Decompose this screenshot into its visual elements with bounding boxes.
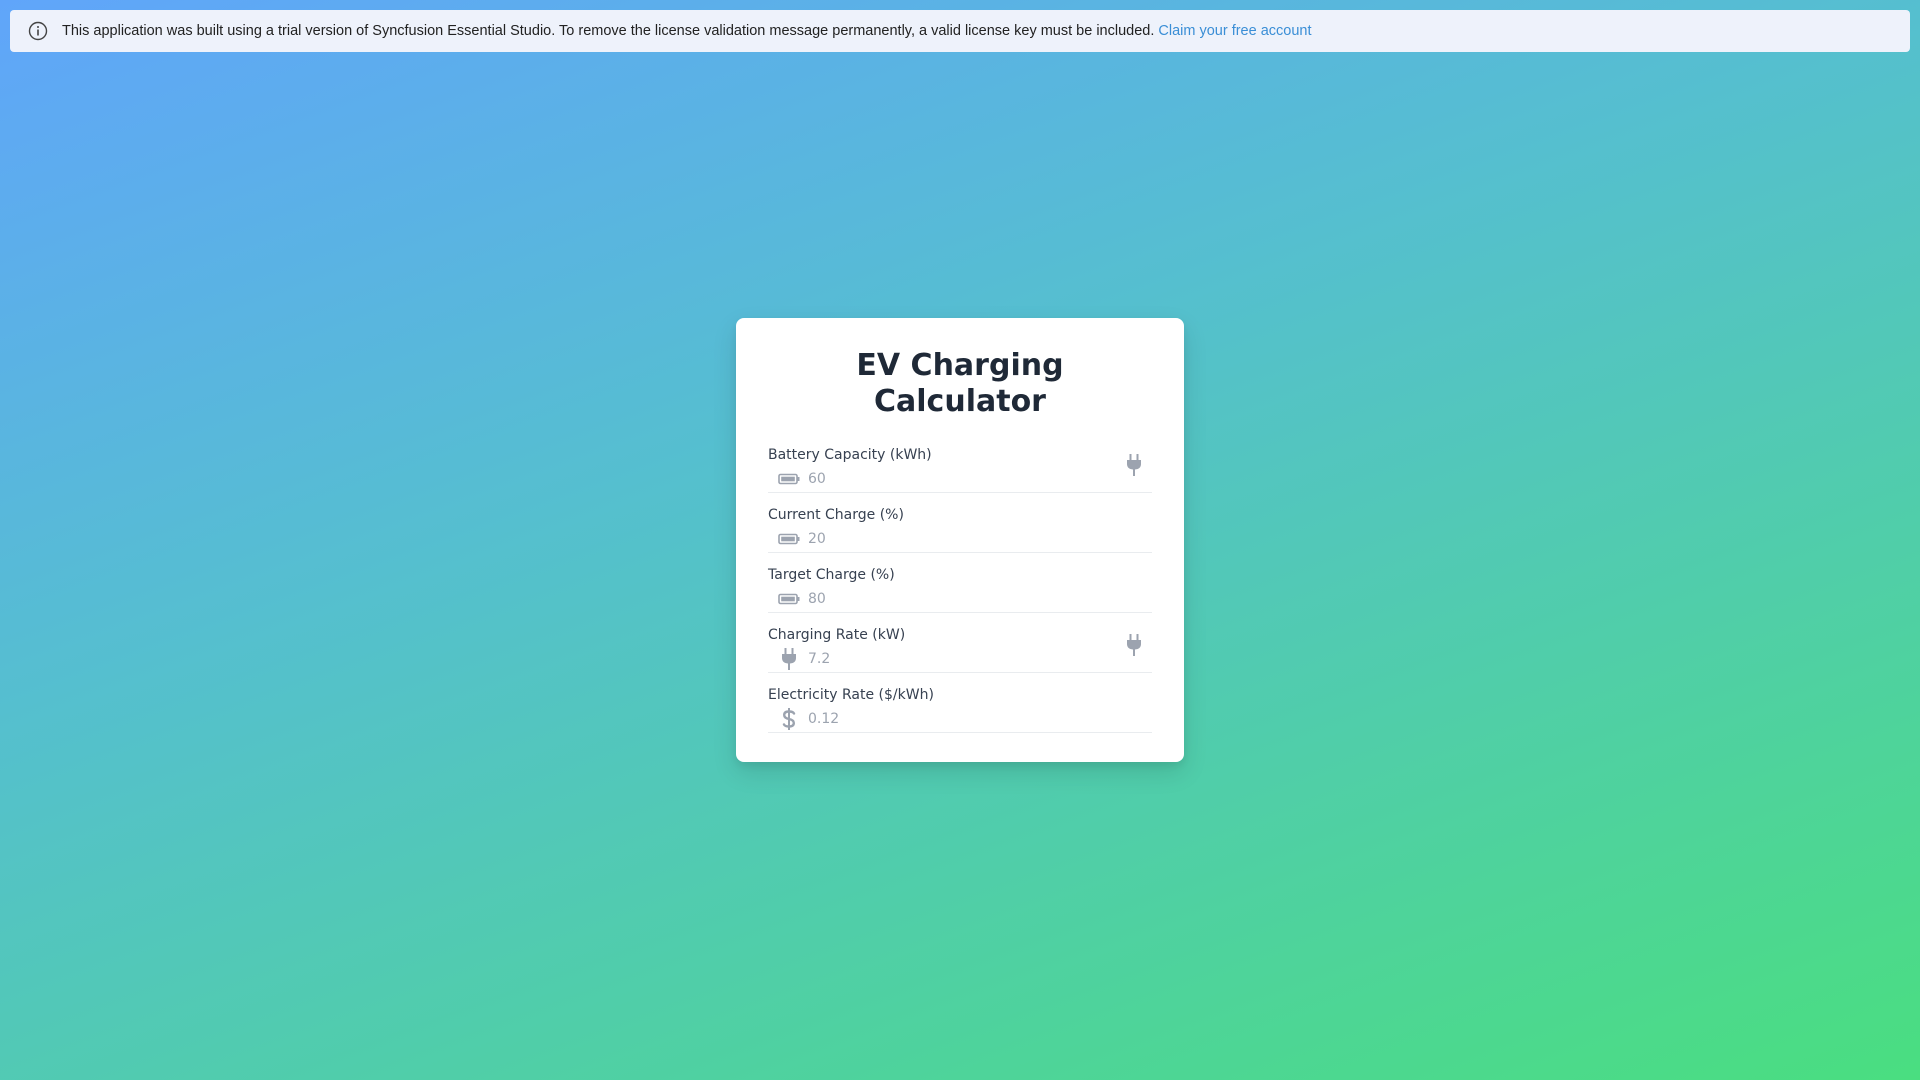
battery-icon (778, 468, 800, 490)
info-icon (28, 21, 48, 41)
field-input-row (768, 586, 1152, 613)
battery-icon (778, 588, 800, 610)
calculator-fields: Battery Capacity (kWh) 60 Current Charge… (768, 444, 1152, 744)
plug-icon (778, 648, 800, 670)
banner-message: This application was built using a trial… (62, 23, 1155, 39)
field-label: Electricity Rate ($/kWh) (768, 687, 934, 703)
claim-account-link[interactable]: Claim your free account (1158, 23, 1311, 39)
field-input-row (768, 454, 1152, 493)
electricity-rate-input[interactable] (808, 708, 1108, 730)
field-current-charge: Current Charge (%) (768, 504, 1152, 564)
target-charge-input[interactable] (808, 588, 1108, 610)
field-target-charge: Target Charge (%) (768, 564, 1152, 624)
page-title: EV Charging Calculator (856, 348, 1064, 419)
field-input-row (768, 634, 1152, 673)
field-label: Current Charge (%) (768, 507, 904, 523)
field-label: Target Charge (%) (768, 567, 895, 583)
battery-capacity-input[interactable] (808, 468, 1108, 490)
battery-icon (778, 528, 800, 550)
field-label: Battery Capacity (kWh) (768, 447, 932, 463)
field-label: Charging Rate (kW) (768, 627, 906, 643)
field-charging-rate: Charging Rate (kW) (768, 624, 1152, 684)
field-electricity-rate: Electricity Rate ($/kWh) (768, 684, 1152, 744)
plug-icon[interactable] (1124, 452, 1144, 478)
dollar-icon (778, 708, 800, 730)
plug-icon[interactable] (1124, 632, 1144, 658)
license-banner: This application was built using a trial… (10, 10, 1910, 52)
calculator-card: EV Charging Calculator Battery Capacity … (736, 318, 1184, 762)
charging-rate-input[interactable] (808, 648, 1108, 670)
field-battery-capacity: Battery Capacity (kWh) (768, 444, 1152, 504)
current-charge-input[interactable] (808, 528, 1108, 550)
field-input-row (768, 706, 1152, 733)
field-input-row (768, 526, 1152, 553)
